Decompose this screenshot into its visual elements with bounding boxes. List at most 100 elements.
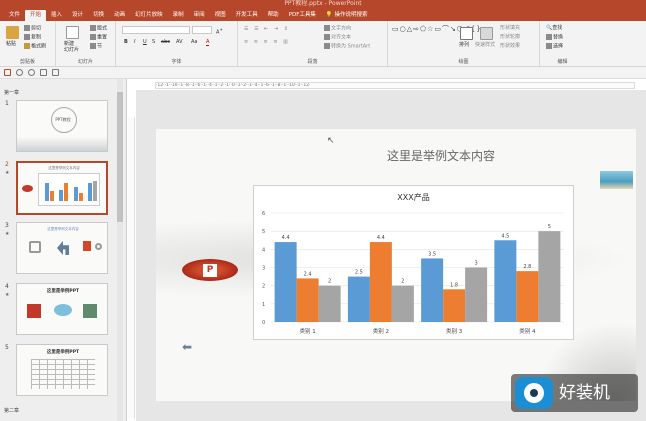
data-label: 2.4 [304, 271, 312, 277]
x-tick-label: 类别 3 [446, 327, 463, 335]
slide-thumbnail-2[interactable]: 这里是举例文本内容 [16, 161, 108, 215]
bar [443, 289, 466, 322]
select-button[interactable]: 选择 [546, 43, 563, 50]
tab-slideshow[interactable]: 幻灯片放映 [130, 10, 168, 21]
list-buttons[interactable]: ☰ ☰ ⇤ ⇥ ↕ [244, 26, 290, 32]
tell-me-search[interactable]: 💡 操作说明搜索 [321, 10, 373, 21]
y-tick-label: 2 [262, 284, 265, 290]
arrange-icon [460, 27, 473, 40]
char-spacing-button[interactable]: AV [176, 39, 183, 45]
align-text-button[interactable]: 对齐文本 [324, 34, 351, 41]
paste-button[interactable]: 粘贴 [6, 41, 16, 47]
underline-button[interactable]: U [143, 39, 147, 45]
y-tick-label: 3 [262, 266, 265, 272]
redo-icon[interactable] [28, 69, 35, 76]
tab-insert[interactable]: 插入 [46, 10, 67, 21]
customize-qat-icon[interactable] [52, 69, 59, 76]
clipboard-group-label: 剪贴板 [19, 59, 35, 65]
copy-button[interactable]: 复制 [24, 34, 41, 41]
slide-canvas[interactable]: 这里是举例文本内容 P ⬅ XXX产品 0 1 2 3 4 5 6 4.4 2.4 2 类别 1 2.… [156, 129, 636, 401]
data-label: 3 [475, 261, 478, 267]
group-drawing: ▭○△⇨⬠☆▭⌒↘⬡↺{} 排列 快速样式 形状填充 形状轮廓 形状效果 绘图 [388, 21, 540, 66]
horizontal-ruler: ·12··1··10··1··8··1··6··1··4··1··2··1··0… [155, 82, 635, 89]
y-tick-label: 0 [262, 320, 265, 326]
format-painter-label: 格式刷 [31, 43, 47, 50]
data-label: 4.5 [501, 233, 509, 239]
tab-developer[interactable]: 开发工具 [231, 10, 263, 21]
data-label: 3.5 [428, 251, 436, 257]
change-case-button[interactable]: Aa [191, 39, 197, 45]
bar [465, 267, 488, 322]
font-color-button[interactable]: A [206, 39, 210, 46]
font-group-label: 字体 [171, 59, 182, 65]
replace-button[interactable]: 替换 [546, 34, 563, 41]
quick-styles-button[interactable]: 快速样式 [475, 42, 495, 48]
tab-animations[interactable]: 动画 [109, 10, 130, 21]
section-header-1[interactable]: 第一章 [4, 89, 19, 96]
grow-font-button[interactable]: A+ [216, 27, 223, 36]
data-label: 1.8 [450, 282, 458, 288]
font-family-select[interactable] [122, 26, 190, 34]
save-icon[interactable] [4, 69, 11, 76]
shape-fill-button[interactable]: 形状填充 [500, 25, 520, 31]
section-button[interactable]: 节 [90, 43, 102, 50]
slide-number-2: 2 [5, 161, 9, 168]
y-tick-label: 6 [262, 211, 265, 217]
watermark: 好装机 [511, 374, 638, 412]
align-buttons[interactable]: ≡ ≡ ≡ ≡ ▥ [244, 39, 290, 45]
tab-design[interactable]: 设计 [67, 10, 88, 21]
section-icon [90, 43, 96, 49]
new-slide-button[interactable]: 新建 幻灯片 [64, 41, 79, 53]
reset-button[interactable]: 重置 [90, 34, 107, 41]
data-label: 2.8 [523, 264, 531, 270]
slide-thumbnail-5[interactable]: 这里是举例PPT [16, 344, 108, 396]
font-size-select[interactable] [192, 26, 212, 34]
slide-thumbnail-3[interactable]: 这里是举例文本内容 [16, 222, 108, 274]
slide-transition-star-3: ★ [5, 231, 10, 237]
layout-button[interactable]: 版式 [90, 25, 107, 32]
shadow-text-button[interactable]: S [152, 39, 155, 45]
format-painter-button[interactable]: 格式刷 [24, 43, 46, 50]
slide-title[interactable]: 这里是举例文本内容 [311, 147, 571, 164]
arrange-button[interactable]: 排列 [459, 42, 469, 48]
window-title: PPT教程.pptx - PowerPoint [284, 0, 362, 7]
tab-record[interactable]: 录制 [168, 10, 189, 21]
tab-view[interactable]: 视图 [210, 10, 231, 21]
tab-pdf-tools[interactable]: PDF工具集 [284, 10, 321, 21]
tab-review[interactable]: 审阅 [189, 10, 210, 21]
tab-file[interactable]: 文件 [4, 10, 25, 21]
smartart-button[interactable]: 转换为 SmartArt [324, 43, 370, 50]
italic-button[interactable]: I [134, 39, 135, 45]
select-icon [546, 43, 552, 49]
bold-button[interactable]: B [124, 39, 128, 45]
thumb-photo-icon [83, 304, 97, 318]
shape-outline-button[interactable]: 形状轮廓 [500, 34, 520, 40]
thumbnail-scroll-thumb[interactable] [117, 92, 123, 222]
shape-effects-button[interactable]: 形状效果 [500, 43, 520, 49]
brush-icon [24, 43, 30, 49]
cut-button[interactable]: 剪切 [24, 25, 41, 32]
find-button[interactable]: 🔍查找 [546, 25, 562, 31]
mouse-cursor: ↖ [327, 136, 335, 146]
slide-number-3: 3 [5, 222, 9, 229]
tab-home[interactable]: 开始 [25, 9, 47, 21]
slide-transition-star-4: ★ [5, 292, 10, 298]
smartart-icon [324, 43, 330, 49]
strikethrough-button[interactable]: abc [161, 39, 170, 45]
tab-transitions[interactable]: 切换 [88, 10, 109, 21]
undo-icon[interactable] [16, 69, 23, 76]
quick-access-toolbar [0, 67, 646, 79]
start-slideshow-icon[interactable] [40, 69, 47, 76]
thumb-title: 这里是举例文本内容 [48, 166, 80, 170]
slide-thumbnail-1[interactable]: PPT教程 [16, 100, 108, 152]
text-direction-button[interactable]: 文字方向 [324, 25, 351, 32]
slide-thumbnail-4[interactable]: 这里是举例PPT [16, 283, 108, 335]
chart-area[interactable]: XXX产品 0 1 2 3 4 5 6 4.4 2.4 2 类别 1 2.5 4.4 2 类别 2 3.5 1.… [253, 185, 574, 340]
bar [391, 285, 414, 322]
slide-transition-star-2: ★ [5, 170, 10, 176]
back-arrow-icon: ⬅ [182, 340, 193, 354]
shapes-gallery[interactable]: ▭○△⇨⬠☆▭⌒↘⬡↺{} [392, 25, 481, 33]
thumb-icon-a [29, 241, 41, 253]
tab-help[interactable]: 帮助 [263, 10, 284, 21]
section-header-2[interactable]: 第二章 [4, 407, 19, 414]
